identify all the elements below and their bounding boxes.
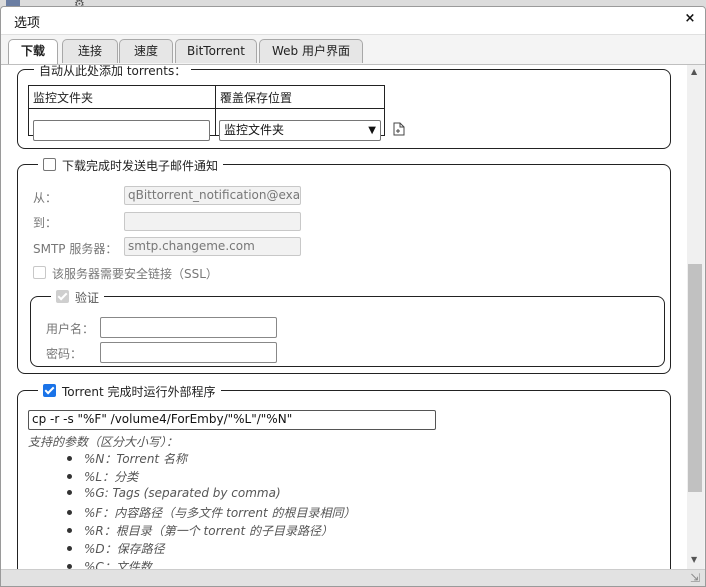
tab-downloads[interactable]: 下载 — [8, 39, 58, 64]
close-icon[interactable]: × — [683, 12, 697, 26]
to-input[interactable] — [124, 212, 301, 231]
param-item: %N：Torrent 名称 — [67, 450, 187, 467]
auth-checkbox[interactable] — [56, 290, 69, 303]
email-legend-label: 下载完成时发送电子邮件通知 — [62, 159, 219, 173]
vertical-scrollbar[interactable]: ▲ ▼ — [687, 65, 704, 569]
username-label: 用户名： — [46, 322, 95, 336]
auth-legend: 验证 — [51, 289, 105, 306]
email-checkbox[interactable] — [43, 158, 56, 171]
username-input[interactable] — [100, 317, 277, 338]
tab-connection[interactable]: 连接 — [62, 39, 118, 63]
dialog-title: 选项 — [14, 16, 41, 31]
ssl-label: 该服务器需要安全链接（SSL） — [52, 267, 218, 281]
tab-bittorrent[interactable]: BitTorrent — [175, 39, 257, 63]
dialog-footer — [1, 569, 705, 586]
to-label: 到： — [33, 216, 58, 230]
auth-legend-label: 验证 — [75, 291, 100, 305]
smtp-input[interactable]: smtp.changeme.com — [124, 237, 301, 256]
tab-speed[interactable]: 速度 — [119, 39, 173, 63]
run-program-command-input[interactable]: cp -r -s "%F" /volume4/ForEmby/"%L"/"%N" — [28, 410, 436, 430]
tab-webui[interactable]: Web 用户界面 — [259, 39, 363, 63]
param-item: %L：分类 — [67, 468, 138, 485]
password-input[interactable] — [100, 342, 277, 363]
watch-folder-header: 监控文件夹 — [28, 85, 216, 109]
override-save-header: 覆盖保存位置 — [215, 85, 385, 109]
scroll-down-icon[interactable]: ▼ — [691, 555, 697, 564]
auto-add-legend: 自动从此处添加 torrents： — [34, 65, 192, 79]
password-label: 密码： — [46, 347, 83, 361]
ssl-checkbox[interactable] — [33, 266, 46, 279]
ssl-option: 该服务器需要安全链接（SSL） — [33, 265, 218, 282]
add-folder-icon[interactable] — [393, 122, 405, 136]
from-input[interactable]: qBittorrent_notification@exa — [124, 186, 301, 205]
email-legend: 下载完成时发送电子邮件通知 — [38, 157, 224, 174]
run-program-checkbox[interactable] — [43, 384, 56, 397]
watch-folder-input[interactable] — [33, 120, 210, 141]
param-item: %D：保存路径 — [67, 540, 165, 557]
override-save-selected: 监控文件夹 — [224, 123, 285, 137]
smtp-label: SMTP 服务器： — [33, 242, 118, 256]
override-save-select[interactable]: 监控文件夹 ▼ — [219, 120, 381, 141]
run-program-legend: Torrent 完成时运行外部程序 — [38, 383, 221, 400]
tab-bar: 下载 连接 速度 BitTorrent Web 用户界面 — [1, 35, 705, 65]
params-title: 支持的参数（区分大小写）： — [28, 435, 179, 449]
chevron-down-icon: ▼ — [368, 125, 376, 136]
scroll-up-icon[interactable]: ▲ — [691, 67, 697, 76]
options-dialog: 选项 × 下载 连接 速度 BitTorrent Web 用户界面 自动从此处添… — [0, 6, 706, 587]
dialog-titlebar: 选项 × — [1, 7, 705, 35]
scroll-thumb[interactable] — [688, 264, 702, 492]
param-item: %G: Tags (separated by comma) — [67, 486, 281, 500]
resize-grip-icon[interactable]: ⇲ — [687, 570, 703, 586]
param-item: %R：根目录（第一个 torrent 的子目录路径） — [67, 522, 333, 539]
run-program-legend-label: Torrent 完成时运行外部程序 — [62, 385, 216, 399]
param-item: %F：内容路径（与多文件 torrent 的根目录相同） — [67, 504, 356, 521]
options-content: 自动从此处添加 torrents： 监控文件夹 覆盖保存位置 监控文件夹 ▼ 下… — [1, 65, 687, 569]
param-item: %C：文件数 — [67, 558, 152, 569]
from-label: 从： — [33, 191, 58, 205]
